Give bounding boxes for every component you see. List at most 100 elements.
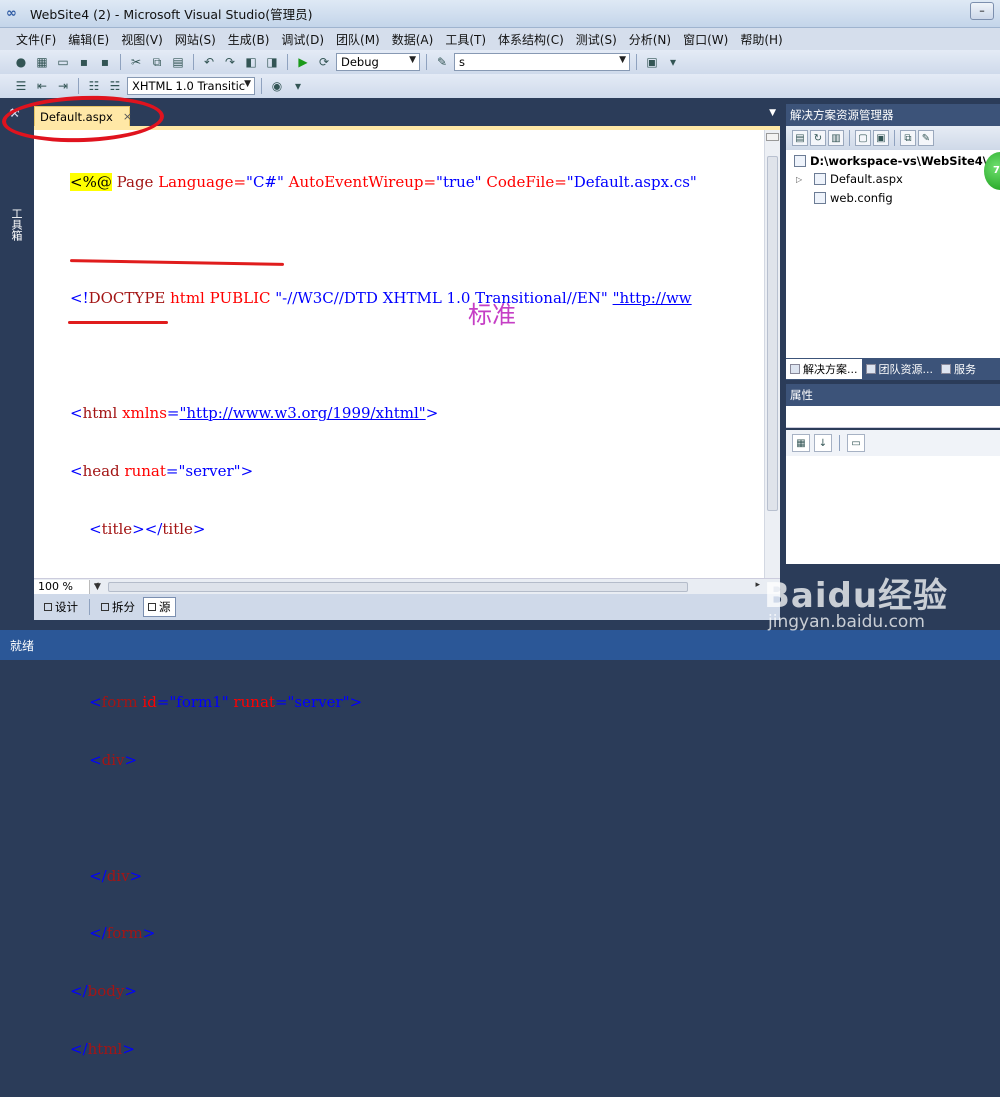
start-debugging-icon[interactable]: ▶ (294, 54, 312, 70)
toolbar-separator (426, 54, 427, 70)
menu-tools[interactable]: 工具(T) (439, 31, 492, 48)
menu-test[interactable]: 测试(S) (570, 31, 623, 48)
code-text-span: < (70, 519, 102, 538)
solution-explorer-icon[interactable]: ▣ (643, 54, 661, 70)
tree-item-web-config[interactable]: web.config (814, 191, 893, 205)
minimize-button[interactable]: – (970, 2, 994, 20)
chevron-down-icon[interactable]: ▼ (769, 108, 776, 118)
view-designer-icon[interactable]: ▣ (873, 130, 889, 146)
save-icon[interactable]: ▪ (75, 54, 93, 70)
uncomment-icon[interactable]: ☵ (106, 78, 124, 94)
tab-server-label: 服务 (954, 363, 976, 376)
validation-schema-combo[interactable]: XHTML 1.0 Transitic ▼ (127, 77, 255, 95)
menu-help[interactable]: 帮助(H) (734, 31, 788, 48)
menu-website[interactable]: 网站(S) (169, 31, 222, 48)
code-line: − <form id="form1" runat="server"> (70, 692, 762, 714)
attach-icon[interactable]: ⟳ (315, 54, 333, 70)
tree-item-label: Default.aspx (830, 172, 903, 186)
save-all-icon[interactable]: ▪ (96, 54, 114, 70)
menu-window[interactable]: 窗口(W) (677, 31, 734, 48)
code-text-span: < (70, 404, 83, 423)
split-handle[interactable] (766, 133, 779, 141)
refresh-icon[interactable]: ↻ (810, 130, 826, 146)
menu-data[interactable]: 数据(A) (386, 31, 440, 48)
redo-icon[interactable]: ↷ (221, 54, 239, 70)
find-combo-value: s (459, 55, 465, 69)
copy-website-icon[interactable]: ⧉ (900, 130, 916, 146)
code-text-span: "server" (178, 461, 241, 480)
view-design-button[interactable]: 设计 (40, 597, 82, 617)
solution-explorer-header: 解决方案资源管理器 (786, 104, 1000, 126)
view-split-button[interactable]: 拆分 (97, 597, 139, 617)
editor-vertical-scrollbar[interactable] (764, 130, 780, 580)
navigate-forward-icon[interactable]: ◨ (263, 54, 281, 70)
code-text-span: title (162, 519, 193, 538)
code-text-span: runat (228, 693, 275, 712)
navigate-back-icon[interactable]: ◧ (242, 54, 260, 70)
nest-files-icon[interactable]: ▥ (828, 130, 844, 146)
cut-icon[interactable]: ✂ (127, 54, 145, 70)
scrollbar-thumb[interactable] (767, 156, 778, 511)
code-text-span: head (82, 461, 120, 480)
code-editor[interactable]: <%@ Page Language="C#" AutoEventWireup="… (34, 126, 780, 1058)
toolbox-label: 工具箱 (10, 208, 23, 241)
code-text-span: title (101, 519, 133, 538)
scroll-right-icon[interactable]: ▸ (755, 580, 760, 590)
doctype-link[interactable]: "http://ww (613, 289, 692, 307)
asp-net-config-icon[interactable]: ✎ (918, 130, 934, 146)
menu-analyze[interactable]: 分析(N) (623, 31, 677, 48)
tab-solution[interactable]: 解决方案... (786, 359, 862, 379)
xmlns-link[interactable]: "http://www.w3.org/1999/xhtml" (179, 404, 425, 422)
tree-item-default-aspx[interactable]: ▷ Default.aspx (796, 172, 903, 186)
add-item-icon[interactable]: ▦ (33, 54, 51, 70)
solution-configuration-combo[interactable]: Debug ▼ (336, 53, 420, 71)
properties-object-combo[interactable] (786, 406, 1000, 428)
outdent-icon[interactable]: ⇤ (33, 78, 51, 94)
copy-icon[interactable]: ⧉ (148, 54, 166, 70)
code-text-span: DOCTYPE (88, 288, 166, 307)
properties-grid[interactable] (786, 456, 1000, 564)
alphabetical-icon[interactable]: ↓ (814, 434, 832, 452)
menu-team[interactable]: 团队(M) (330, 31, 386, 48)
scroll-left-icon[interactable]: ◂ (94, 580, 99, 590)
toolbox-strip[interactable]: ⚒ 工具箱 (0, 98, 32, 626)
check-accessibility-icon[interactable]: ◉ (268, 78, 286, 94)
toolbar-options-icon[interactable]: ▾ (664, 54, 682, 70)
properties-icon[interactable]: ▤ (792, 130, 808, 146)
find-combo[interactable]: s ▼ (454, 53, 630, 71)
format-icon[interactable]: ☰ (12, 78, 30, 94)
menu-build[interactable]: 生成(B) (222, 31, 276, 48)
menu-debug[interactable]: 调试(D) (275, 31, 330, 48)
undo-icon[interactable]: ↶ (200, 54, 218, 70)
tab-team[interactable]: 团队资源... (862, 359, 938, 379)
team-icon (865, 364, 876, 374)
indent-icon[interactable]: ⇥ (54, 78, 72, 94)
open-file-icon[interactable]: ▭ (54, 54, 72, 70)
paste-icon[interactable]: ▤ (169, 54, 187, 70)
tab-server[interactable]: 服务 (937, 359, 980, 379)
zoom-combo[interactable]: 100 % (34, 579, 90, 594)
code-text-span: xmlns (117, 404, 167, 423)
editor-gutter (34, 130, 68, 578)
code-text-span: AutoEventWireup= (283, 173, 437, 191)
code-text-span: id (137, 693, 157, 712)
menu-file[interactable]: 文件(F) (10, 31, 62, 48)
new-project-icon[interactable]: ● (12, 54, 30, 70)
menu-bar: 文件(F) 编辑(E) 视图(V) 网站(S) 生成(B) 调试(D) 团队(M… (0, 28, 1000, 50)
view-code-icon[interactable]: ▢ (855, 130, 871, 146)
property-pages-icon[interactable]: ▭ (847, 434, 865, 452)
menu-edit[interactable]: 编辑(E) (62, 31, 115, 48)
find-in-files-icon[interactable]: ✎ (433, 54, 451, 70)
view-source-button[interactable]: 源 (143, 597, 176, 617)
code-text-span: < (70, 750, 102, 769)
tab-solution-label: 解决方案... (803, 363, 858, 376)
categorized-icon[interactable]: ▦ (792, 434, 810, 452)
menu-architecture[interactable]: 体系结构(C) (492, 31, 570, 48)
toolbar-options-icon[interactable]: ▾ (289, 78, 307, 94)
tree-root[interactable]: D:\workspace-vs\WebSite4\ (794, 154, 987, 168)
comment-icon[interactable]: ☷ (85, 78, 103, 94)
code-text-span: form (101, 693, 138, 712)
menu-view[interactable]: 视图(V) (115, 31, 169, 48)
expand-arrow-icon[interactable]: ▷ (796, 175, 810, 184)
horizontal-scrollbar-thumb[interactable] (108, 582, 688, 592)
